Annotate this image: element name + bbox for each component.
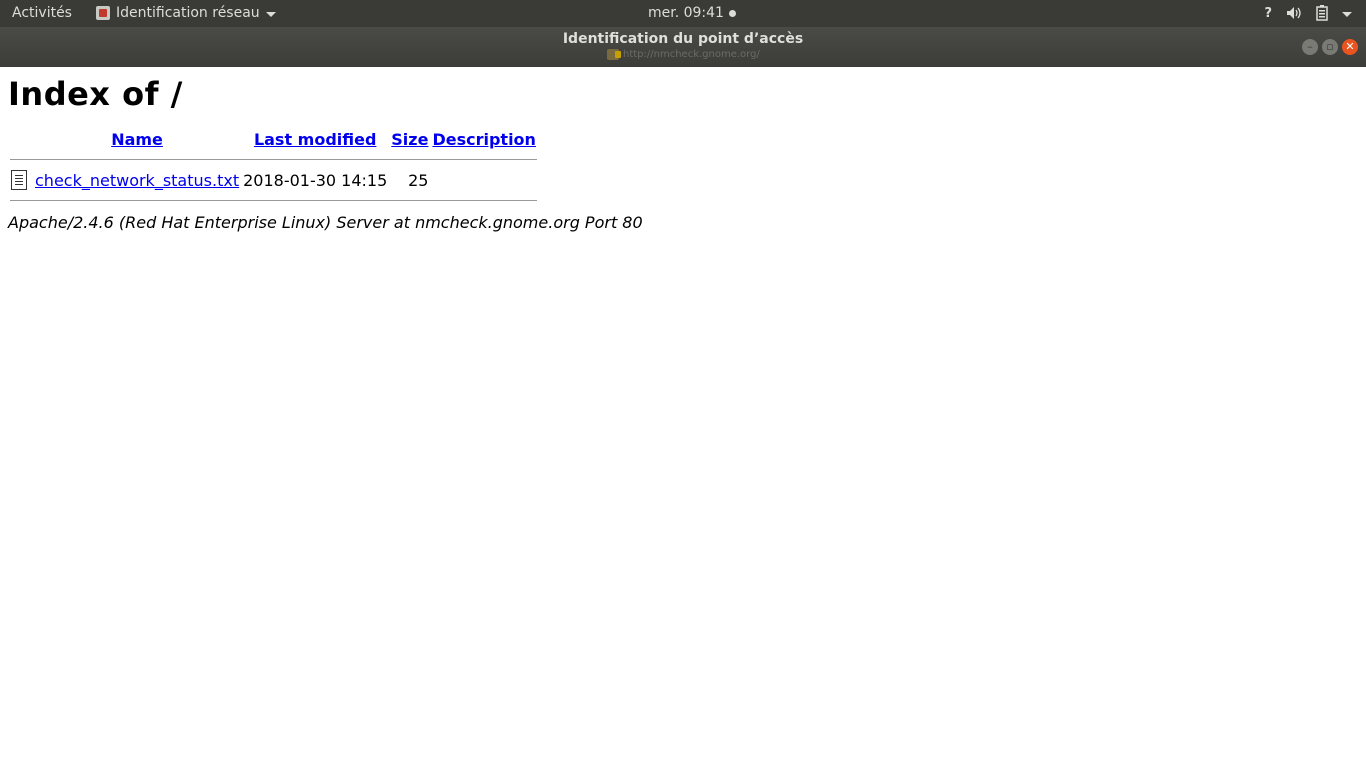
modified-column-header: Last modified — [242, 130, 388, 149]
window-url: http://nmcheck.gnome.org/ — [607, 49, 760, 60]
separator-row — [10, 192, 537, 209]
sort-by-name-link[interactable]: Name — [111, 130, 163, 149]
maximize-icon: ▫ — [1326, 40, 1334, 53]
description-column-header: Description — [431, 130, 536, 149]
name-column-header: Name — [34, 130, 240, 149]
minimize-button[interactable]: – — [1302, 39, 1318, 55]
activities-button[interactable]: Activités — [12, 5, 72, 21]
top-bar: Activités Identification réseau mer. 09:… — [0, 0, 1366, 27]
file-link[interactable]: check_network_status.txt — [35, 171, 239, 190]
volume-icon[interactable] — [1286, 6, 1302, 20]
separator-row — [10, 151, 537, 168]
sort-by-size-link[interactable]: Size — [391, 130, 428, 149]
window-title: Identification du point d’accès — [562, 31, 804, 47]
close-button[interactable]: ✕ — [1342, 39, 1358, 55]
chevron-down-icon — [265, 11, 276, 17]
page-title: Index of / — [8, 75, 183, 113]
table-row: check_network_status.txt 2018-01-30 14:1… — [10, 170, 537, 190]
file-icon-cell — [10, 170, 32, 190]
close-icon: ✕ — [1345, 40, 1355, 53]
page-content: Index of / Name Last modified Size Descr… — [8, 67, 1358, 232]
minimize-icon: – — [1307, 40, 1313, 53]
help-icon[interactable]: ? — [1264, 6, 1272, 21]
system-menu-chevron-icon[interactable] — [1342, 11, 1352, 17]
clock-label: mer. 09:41 — [648, 5, 724, 21]
sort-by-modified-link[interactable]: Last modified — [254, 130, 377, 149]
description-cell — [431, 170, 536, 190]
app-menu-label: Identification réseau — [116, 5, 260, 21]
clock[interactable]: mer. 09:41 — [648, 5, 736, 21]
notification-dot-icon — [728, 9, 736, 17]
insecure-lock-icon — [607, 49, 621, 60]
battery-icon[interactable] — [1316, 5, 1328, 21]
app-icon — [96, 6, 110, 20]
icon-column-header — [10, 130, 32, 149]
text-file-icon — [11, 170, 27, 190]
system-tray[interactable]: ? — [1264, 5, 1352, 21]
file-name-cell: check_network_status.txt — [34, 170, 240, 190]
maximize-button[interactable]: ▫ — [1322, 39, 1338, 55]
url-label: http://nmcheck.gnome.org/ — [623, 49, 760, 60]
sort-by-description-link[interactable]: Description — [432, 130, 535, 149]
modified-cell: 2018-01-30 14:15 — [243, 170, 388, 190]
directory-listing: Name Last modified Size Description chec… — [8, 128, 539, 211]
table-header: Name Last modified Size Description — [10, 130, 537, 149]
window-controls: – ▫ ✕ — [1302, 39, 1358, 55]
app-menu[interactable]: Identification réseau — [96, 5, 276, 21]
window-titlebar: Identification du point d’accès http://n… — [0, 27, 1366, 67]
size-cell: 25 — [408, 170, 429, 190]
size-column-header: Size — [390, 130, 429, 149]
server-signature: Apache/2.4.6 (Red Hat Enterprise Linux) … — [8, 213, 643, 232]
divider — [10, 200, 537, 201]
divider — [10, 159, 537, 160]
